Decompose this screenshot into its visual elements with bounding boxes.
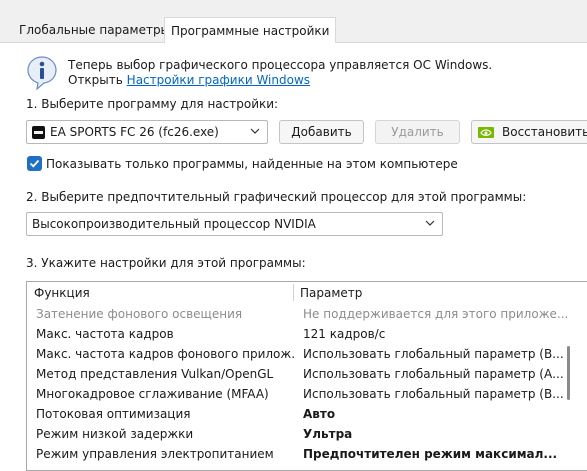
table-row[interactable]: Многокадровое сглаживание (MFAA) Использ…	[27, 384, 567, 404]
tab-global-settings[interactable]: Глобальные параметры	[13, 19, 176, 42]
table-row[interactable]: Макс. частота кадров фонового прилож... …	[27, 344, 567, 364]
column-header-function[interactable]: Функция	[34, 282, 90, 304]
restore-button[interactable]: Восстановить	[471, 120, 587, 144]
settings-table: Функция Параметр Затенение фонового осве…	[26, 281, 587, 471]
column-separator[interactable]	[293, 284, 294, 301]
program-select[interactable]: EA SPORTS FC 26 (fc26.exe)	[26, 120, 268, 144]
show-found-programs-label: Показывать только программы, найденные н…	[46, 157, 458, 171]
checkmark-icon	[29, 159, 40, 168]
row-function: Многокадровое сглаживание (MFAA)	[36, 387, 269, 401]
row-function: Потоковая оптимизация	[36, 407, 191, 421]
info-open-line: Открыть Настройки графики Windows	[68, 73, 310, 87]
table-row[interactable]: Метод представления Vulkan/OpenGL Исполь…	[27, 364, 567, 384]
program-app-icon	[32, 126, 45, 139]
row-function: Макс. частота кадров	[36, 327, 174, 341]
windows-graphics-settings-link[interactable]: Настройки графики Windows	[127, 73, 310, 87]
gpu-select[interactable]: Высокопроизводительный процессор NVIDIA	[26, 212, 443, 236]
gpu-select-value: Высокопроизводительный процессор NVIDIA	[32, 217, 316, 231]
table-scrollbar-thumb[interactable]	[567, 346, 570, 400]
row-function: Режим низкой задержки	[36, 427, 194, 441]
remove-button[interactable]: Удалить	[375, 120, 460, 144]
row-function: Режим управления электропитанием	[36, 447, 274, 461]
row-parameter: Ультра	[303, 427, 353, 441]
chevron-down-icon	[250, 128, 260, 134]
table-row[interactable]: Макс. частота кадров 121 кадров/с	[27, 324, 567, 344]
step2-label: 2. Выберите предпочтительный графический…	[26, 190, 527, 204]
table-row[interactable]: Потоковая оптимизация Авто	[27, 404, 567, 424]
table-row[interactable]: Затенение фонового освещения Не поддержи…	[27, 304, 568, 324]
step1-label: 1. Выберите программу для настройки:	[26, 97, 279, 111]
info-text: Теперь выбор графического процессора упр…	[68, 58, 493, 72]
row-parameter: Использовать глобальный параметр (В...	[303, 347, 564, 361]
show-found-programs-checkbox[interactable]	[27, 156, 42, 171]
add-button[interactable]: Добавить	[279, 120, 364, 144]
nvidia-logo-icon	[478, 127, 494, 138]
info-icon	[27, 56, 57, 90]
row-parameter: Использовать глобальный параметр (В...	[303, 387, 564, 401]
row-function: Затенение фонового освещения	[36, 307, 243, 321]
step3-label: 3. Укажите настройки для этой программы:	[26, 256, 306, 270]
row-function: Макс. частота кадров фонового прилож...	[36, 347, 294, 361]
tab-program-settings[interactable]: Программные настройки	[164, 17, 337, 43]
column-header-parameter[interactable]: Параметр	[300, 282, 362, 304]
info-open-prefix: Открыть	[68, 73, 123, 87]
table-row[interactable]: Режим управления электропитанием Предпоч…	[27, 444, 567, 464]
row-parameter: Не поддерживается для этого приложе...	[303, 307, 568, 321]
row-parameter: Авто	[303, 407, 336, 421]
chevron-down-icon	[425, 220, 435, 226]
program-select-value: EA SPORTS FC 26 (fc26.exe)	[50, 125, 219, 139]
row-parameter: Использовать глобальный параметр (А...	[303, 367, 564, 381]
row-parameter: 121 кадров/с	[303, 327, 386, 341]
restore-button-label: Восстановить	[502, 125, 587, 139]
table-row[interactable]: Режим низкой задержки Ультра	[27, 424, 567, 444]
table-header: Функция Параметр	[27, 282, 587, 303]
row-parameter: Предпочтителен режим максимал...	[303, 447, 558, 461]
row-function: Метод представления Vulkan/OpenGL	[36, 367, 274, 381]
